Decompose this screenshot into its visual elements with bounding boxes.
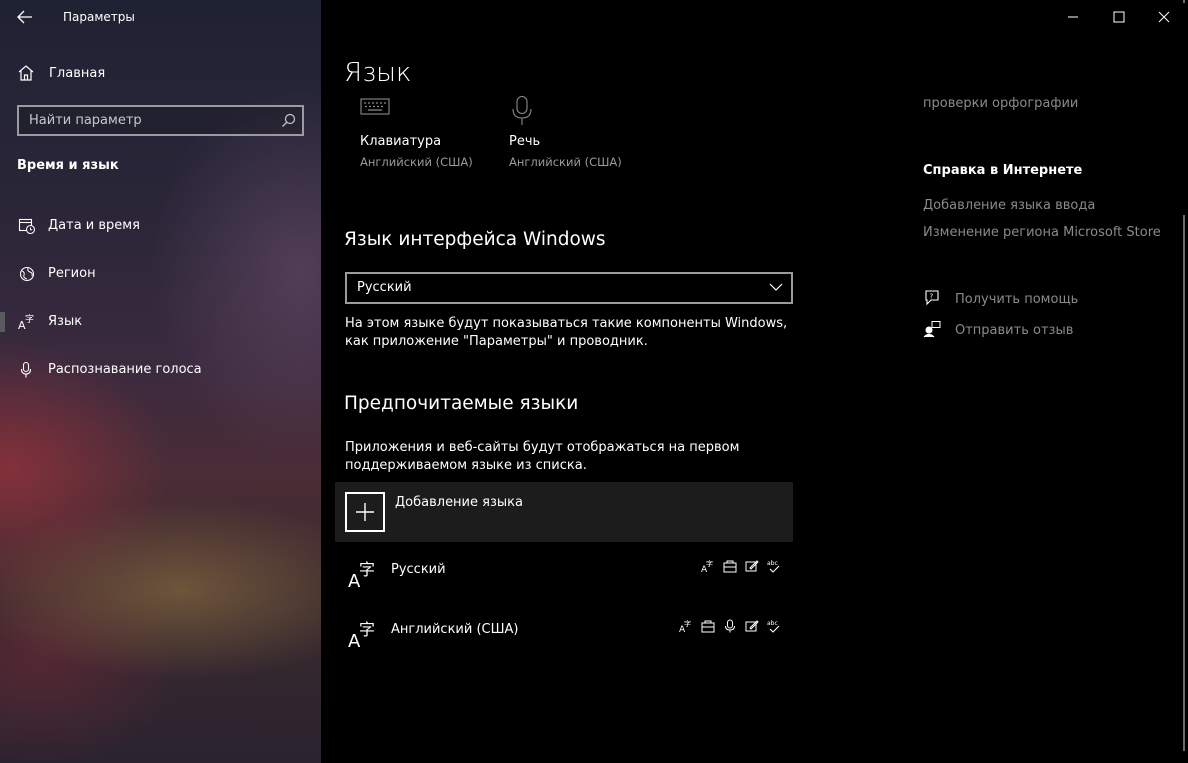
display-language-selected: Русский (357, 280, 412, 295)
scrollbar[interactable] (1183, 215, 1185, 751)
svg-text:字: 字 (706, 559, 713, 568)
microphone-icon (20, 361, 32, 378)
minimize-icon (1068, 16, 1078, 18)
change-store-region-link[interactable]: Изменение региона Microsoft Store (923, 225, 1161, 240)
section-title: Время и язык (17, 158, 119, 173)
feedback-icon (923, 321, 941, 338)
language-name: Русский (391, 562, 446, 577)
language-pack-icon (723, 560, 737, 573)
add-language-button[interactable]: Добавление языка (335, 482, 793, 542)
svg-text:abc: abc (767, 620, 778, 627)
title-bar: Параметры (0, 0, 321, 34)
send-feedback-link[interactable]: Отправить отзыв (923, 320, 1123, 342)
sidebar-item-label: Регион (48, 266, 96, 281)
home-icon (18, 65, 34, 81)
chat-help-icon: ? (925, 290, 939, 306)
close-button[interactable] (1141, 0, 1187, 34)
back-arrow-icon (17, 10, 32, 24)
svg-text:?: ? (930, 293, 934, 301)
send-feedback-label: Отправить отзыв (955, 323, 1074, 338)
spellcheck-link-fragment[interactable]: проверки орфографии (923, 96, 1078, 111)
language-pack-icon (701, 620, 715, 633)
calendar-clock-icon (18, 218, 36, 235)
speech-tile-subtitle: Английский (США) (509, 155, 622, 169)
svg-text:字: 字 (25, 313, 34, 325)
display-language-icon: A 字 (679, 619, 691, 633)
list-item[interactable]: A 字 Русский A 字 abc (335, 549, 793, 605)
sidebar-item-language[interactable]: A 字 Язык (0, 302, 321, 342)
plus-icon (345, 492, 385, 532)
spellcheck-icon: abc (767, 620, 780, 633)
add-language-label: Добавление языка (395, 495, 523, 510)
get-help-label: Получить помощь (955, 292, 1079, 307)
maximize-icon (1113, 11, 1125, 23)
display-language-icon: A 字 (701, 559, 713, 573)
online-help-heading: Справка в Интернете (923, 163, 1083, 178)
add-input-language-link[interactable]: Добавление языка ввода (923, 198, 1095, 213)
sidebar: Параметры Главная Время и язык Дата и вр… (0, 0, 321, 763)
sidebar-item-date-time[interactable]: Дата и время (0, 206, 321, 246)
close-icon (1158, 11, 1170, 23)
keyboard-tile[interactable]: Клавиатура Английский (США) (360, 94, 490, 174)
page-title: Язык (344, 58, 412, 88)
sidebar-item-label: Распознавание голоса (48, 362, 202, 377)
sidebar-item-label: Дата и время (48, 218, 140, 233)
preferred-languages-description: Приложения и веб-сайты будут отображатьс… (345, 440, 740, 473)
back-button[interactable] (14, 6, 36, 28)
microphone-icon (512, 96, 532, 125)
language-icon: A 字 (348, 620, 375, 649)
scrollbar-top (1183, 0, 1185, 3)
svg-text:字: 字 (684, 619, 691, 628)
search-input[interactable] (19, 107, 279, 134)
keyboard-icon (360, 98, 390, 115)
preferred-languages-heading: Предпочитаемые языки (344, 393, 579, 414)
language-name: Английский (США) (391, 622, 519, 637)
app-title: Параметры (63, 10, 135, 24)
sidebar-item-speech[interactable]: Распознавание голоса (0, 350, 321, 390)
display-language-description: На этом языке будут показываться такие к… (345, 316, 788, 349)
svg-text:abc: abc (767, 560, 778, 567)
handwriting-icon (745, 560, 759, 572)
language-features: A 字 abc (701, 559, 781, 573)
sidebar-item-label: Язык (48, 314, 83, 329)
globe-icon (19, 266, 35, 282)
maximize-button[interactable] (1096, 0, 1142, 34)
search-box[interactable] (17, 105, 304, 136)
svg-text:字: 字 (359, 620, 375, 639)
speech-icon (725, 619, 735, 633)
nav-home-label: Главная (49, 66, 106, 81)
display-language-heading: Язык интерфейса Windows (344, 229, 606, 250)
handwriting-icon (745, 620, 759, 632)
svg-text:字: 字 (359, 560, 375, 579)
speech-tile[interactable]: Речь Английский (США) (509, 94, 639, 174)
spellcheck-icon: abc (767, 560, 780, 573)
minimize-button[interactable] (1050, 0, 1096, 34)
language-icon: A 字 (348, 560, 375, 589)
search-icon (282, 113, 296, 127)
language-icon: A 字 (18, 313, 34, 331)
sidebar-item-region[interactable]: Регион (0, 254, 321, 294)
keyboard-tile-subtitle: Английский (США) (360, 155, 473, 169)
speech-tile-title: Речь (509, 134, 541, 149)
language-features: A 字 abc (679, 619, 781, 633)
chevron-down-icon (769, 283, 783, 291)
nav-home[interactable]: Главная (17, 60, 307, 88)
list-item[interactable]: A 字 Английский (США) A 字 abc (335, 609, 793, 665)
keyboard-tile-title: Клавиатура (360, 134, 442, 149)
display-language-dropdown[interactable]: Русский (345, 272, 793, 304)
get-help-link[interactable]: ? Получить помощь (923, 289, 1123, 311)
